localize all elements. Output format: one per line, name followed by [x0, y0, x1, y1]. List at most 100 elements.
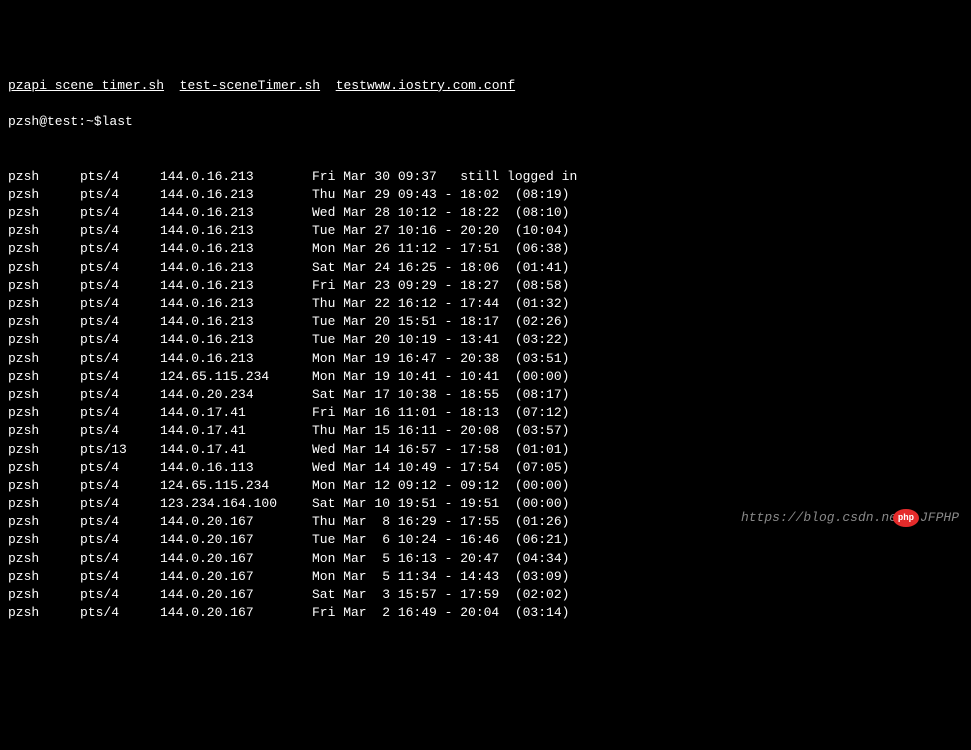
col-ip: 124.65.115.234: [160, 477, 312, 495]
login-row: pzshpts/4144.0.16.213Fri Mar 30 09:37 st…: [8, 168, 963, 186]
col-time: Thu Mar 29 09:43 - 18:02 (08:19): [312, 186, 963, 204]
col-user: pzsh: [8, 277, 80, 295]
col-time: Sat Mar 24 16:25 - 18:06 (01:41): [312, 259, 963, 277]
file-3: testwww.iostry.com.conf: [336, 78, 515, 93]
col-user: pzsh: [8, 168, 80, 186]
login-row: pzshpts/4124.65.115.234Mon Mar 19 10:41 …: [8, 368, 963, 386]
col-user: pzsh: [8, 550, 80, 568]
col-tty: pts/4: [80, 186, 160, 204]
login-row: pzshpts/4144.0.16.213Tue Mar 20 10:19 - …: [8, 331, 963, 349]
col-time: Fri Mar 16 11:01 - 18:13 (07:12): [312, 404, 963, 422]
col-time: Wed Mar 14 10:49 - 17:54 (07:05): [312, 459, 963, 477]
login-row: pzshpts/4144.0.16.213Tue Mar 20 15:51 - …: [8, 313, 963, 331]
col-ip: 144.0.17.41: [160, 441, 312, 459]
col-ip: 144.0.20.167: [160, 586, 312, 604]
col-ip: 144.0.16.213: [160, 204, 312, 222]
watermark-suffix: JFPHP: [920, 509, 959, 527]
col-tty: pts/4: [80, 550, 160, 568]
col-user: pzsh: [8, 477, 80, 495]
col-user: pzsh: [8, 531, 80, 549]
col-ip: 124.65.115.234: [160, 368, 312, 386]
col-user: pzsh: [8, 604, 80, 622]
col-time: Sat Mar 17 10:38 - 18:55 (08:17): [312, 386, 963, 404]
col-tty: pts/4: [80, 404, 160, 422]
col-user: pzsh: [8, 259, 80, 277]
col-user: pzsh: [8, 331, 80, 349]
col-tty: pts/4: [80, 531, 160, 549]
col-ip: 144.0.16.113: [160, 459, 312, 477]
col-tty: pts/4: [80, 204, 160, 222]
col-time: Tue Mar 6 10:24 - 16:46 (06:21): [312, 531, 963, 549]
col-time: Fri Mar 30 09:37 still logged in: [312, 168, 963, 186]
last-output: pzshpts/4144.0.16.213Fri Mar 30 09:37 st…: [8, 168, 963, 623]
col-tty: pts/4: [80, 295, 160, 313]
login-row: pzshpts/4144.0.17.41Fri Mar 16 11:01 - 1…: [8, 404, 963, 422]
col-tty: pts/4: [80, 586, 160, 604]
file-2: test-sceneTimer.sh: [180, 78, 320, 93]
col-ip: 144.0.17.41: [160, 404, 312, 422]
col-tty: pts/4: [80, 259, 160, 277]
col-ip: 144.0.17.41: [160, 422, 312, 440]
col-time: Mon Mar 5 16:13 - 20:47 (04:34): [312, 550, 963, 568]
login-row: pzshpts/4144.0.16.213Mon Mar 26 11:12 - …: [8, 240, 963, 258]
login-row: pzshpts/4144.0.16.213Fri Mar 23 09:29 - …: [8, 277, 963, 295]
col-time: Tue Mar 20 15:51 - 18:17 (02:26): [312, 313, 963, 331]
login-row: pzshpts/4144.0.17.41Thu Mar 15 16:11 - 2…: [8, 422, 963, 440]
col-tty: pts/4: [80, 350, 160, 368]
col-tty: pts/4: [80, 368, 160, 386]
col-user: pzsh: [8, 441, 80, 459]
col-ip: 144.0.16.213: [160, 259, 312, 277]
col-user: pzsh: [8, 368, 80, 386]
login-row: pzshpts/4144.0.20.167Mon Mar 5 16:13 - 2…: [8, 550, 963, 568]
col-user: pzsh: [8, 422, 80, 440]
login-row: pzshpts/4124.65.115.234Mon Mar 12 09:12 …: [8, 477, 963, 495]
login-row: pzshpts/4144.0.20.167Sat Mar 3 15:57 - 1…: [8, 586, 963, 604]
col-time: Tue Mar 27 10:16 - 20:20 (10:04): [312, 222, 963, 240]
login-row: pzshpts/4144.0.20.167Mon Mar 5 11:34 - 1…: [8, 568, 963, 586]
col-tty: pts/4: [80, 386, 160, 404]
login-row: pzshpts/4144.0.20.234Sat Mar 17 10:38 - …: [8, 386, 963, 404]
col-user: pzsh: [8, 186, 80, 204]
col-user: pzsh: [8, 513, 80, 531]
col-user: pzsh: [8, 459, 80, 477]
col-time: Wed Mar 14 16:57 - 17:58 (01:01): [312, 441, 963, 459]
col-ip: 144.0.16.213: [160, 331, 312, 349]
col-tty: pts/4: [80, 277, 160, 295]
login-row: pzshpts/4144.0.20.167Fri Mar 2 16:49 - 2…: [8, 604, 963, 622]
col-ip: 144.0.16.213: [160, 350, 312, 368]
col-ip: 144.0.20.167: [160, 513, 312, 531]
col-tty: pts/4: [80, 331, 160, 349]
col-time: Thu Mar 22 16:12 - 17:44 (01:32): [312, 295, 963, 313]
col-ip: 144.0.16.213: [160, 313, 312, 331]
php-badge-icon: php: [893, 509, 919, 527]
col-tty: pts/4: [80, 477, 160, 495]
col-ip: 144.0.20.167: [160, 604, 312, 622]
login-row: pzshpts/4144.0.16.213Mon Mar 19 16:47 - …: [8, 350, 963, 368]
col-tty: pts/4: [80, 222, 160, 240]
col-tty: pts/4: [80, 313, 160, 331]
col-user: pzsh: [8, 404, 80, 422]
col-tty: pts/4: [80, 513, 160, 531]
col-ip: 144.0.16.213: [160, 277, 312, 295]
col-time: Mon Mar 19 10:41 - 10:41 (00:00): [312, 368, 963, 386]
col-user: pzsh: [8, 568, 80, 586]
col-ip: 144.0.20.167: [160, 568, 312, 586]
col-ip: 144.0.20.167: [160, 531, 312, 549]
col-ip: 144.0.16.213: [160, 186, 312, 204]
prompt-line[interactable]: pzsh@test:~$ last: [8, 113, 963, 131]
col-user: pzsh: [8, 313, 80, 331]
col-tty: pts/13: [80, 441, 160, 459]
col-time: Sat Mar 3 15:57 - 17:59 (02:02): [312, 586, 963, 604]
col-ip: 144.0.16.213: [160, 222, 312, 240]
col-time: Mon Mar 5 11:34 - 14:43 (03:09): [312, 568, 963, 586]
col-user: pzsh: [8, 295, 80, 313]
col-time: Fri Mar 23 09:29 - 18:27 (08:58): [312, 277, 963, 295]
login-row: pzshpts/4144.0.16.113Wed Mar 14 10:49 - …: [8, 459, 963, 477]
file-list-line: pzapi_scene_timer.sh test-sceneTimer.sh …: [8, 77, 963, 95]
col-time: Mon Mar 19 16:47 - 20:38 (03:51): [312, 350, 963, 368]
col-ip: 144.0.20.234: [160, 386, 312, 404]
col-ip: 144.0.20.167: [160, 550, 312, 568]
login-row: pzshpts/4144.0.16.213Thu Mar 29 09:43 - …: [8, 186, 963, 204]
col-user: pzsh: [8, 204, 80, 222]
col-tty: pts/4: [80, 604, 160, 622]
